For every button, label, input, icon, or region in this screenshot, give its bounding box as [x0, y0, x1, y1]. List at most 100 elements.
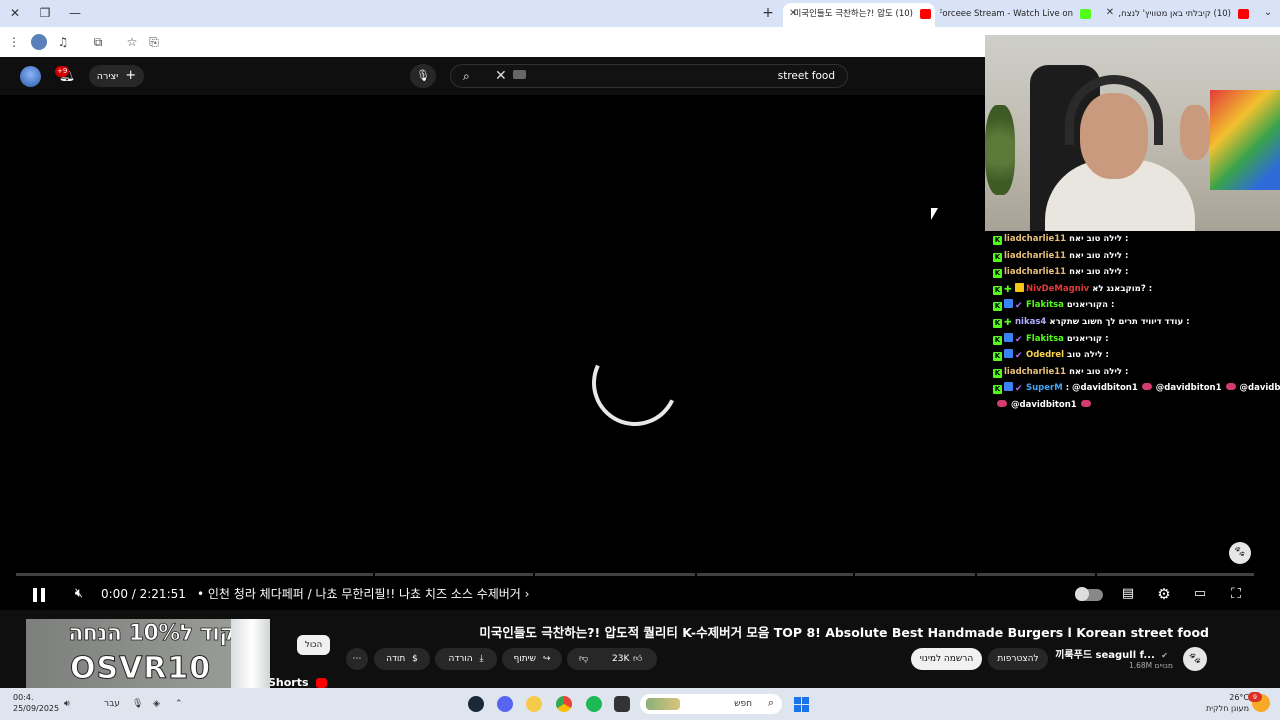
chat-mention: @davidbiton1	[1011, 400, 1077, 410]
filter-chip-all[interactable]: הכול	[297, 635, 331, 655]
spotify-icon[interactable]	[586, 696, 602, 712]
browser-tab-strip: ✕ ❐ — + (10) 미국인들도 극찬하는?! 압도 ✕ Forceee S…	[0, 0, 1280, 27]
search-input[interactable]	[535, 65, 835, 87]
tab-youtube-other[interactable]: (10) קיבלתי באן מטוויץ' לנצח, ה	[1118, 3, 1253, 27]
kick-badge-icon: K	[993, 368, 1002, 378]
thanks-button[interactable]: תודה $	[374, 648, 430, 670]
steam-icon[interactable]	[468, 696, 484, 712]
menu-kebab-icon[interactable]: ⋮	[6, 34, 22, 50]
new-tab-icon[interactable]: +	[758, 4, 778, 22]
account-avatar[interactable]	[20, 66, 41, 87]
chat-username[interactable]: liadcharlie11	[1004, 267, 1066, 277]
chat-username[interactable]: liadcharlie11	[1004, 234, 1066, 244]
chat-username[interactable]: liadcharlie11	[1004, 251, 1066, 261]
like-icon[interactable]: 👍︎	[633, 648, 642, 670]
app-icon[interactable]	[526, 696, 542, 712]
settings-gear-icon[interactable]: ⚙	[1154, 584, 1174, 604]
profile-icon[interactable]	[31, 34, 47, 50]
discord-icon[interactable]	[497, 696, 513, 712]
chat-username[interactable]: SuperM	[1026, 383, 1063, 393]
ad-code-text: OSVR10	[69, 651, 212, 687]
clear-search-icon[interactable]: ✕	[495, 68, 507, 84]
create-button[interactable]: יצירה +	[89, 65, 144, 87]
search-icon[interactable]: ⌕	[463, 69, 470, 84]
muted-volume-icon[interactable]: 🔇︎	[69, 584, 89, 604]
microphone-icon[interactable]: 🎙︎	[132, 697, 143, 711]
chrome-icon[interactable]	[556, 696, 572, 712]
terminal-icon[interactable]	[614, 696, 630, 712]
time-display: 0:00 / 2:21:51	[101, 587, 186, 601]
media-controls-icon[interactable]: ♫	[55, 34, 71, 50]
keyboard-icon[interactable]	[513, 70, 526, 79]
tab-title: (10) קיבלתי באן מטוויץ' לנצח, ה	[1118, 9, 1231, 19]
bookmark-star-icon[interactable]: ☆	[124, 34, 140, 50]
chat-message: Kliadcharlie11 לילה טוב יאח :	[993, 364, 1128, 380]
kick-badge-icon: K	[993, 252, 1002, 262]
chapter-marker	[533, 573, 535, 576]
taskbar-search[interactable]: חפש ⌕	[640, 694, 782, 714]
verified-badge-icon: ✔	[1015, 334, 1023, 345]
tray-chevron-up-icon[interactable]: ⌃	[175, 697, 183, 711]
dislike-icon[interactable]: 👎︎	[579, 648, 588, 670]
chat-username[interactable]: liadcharlie11	[1004, 367, 1066, 377]
more-actions-button[interactable]: ⋯	[346, 648, 368, 670]
share-button[interactable]: שיתוף ↪	[502, 648, 562, 670]
chat-username[interactable]: Flakitsa	[1026, 334, 1064, 344]
address-bar[interactable]	[170, 31, 980, 53]
share-label: שיתוף	[513, 654, 537, 664]
channel-watermark-icon[interactable]: 🐾︎	[1229, 542, 1251, 564]
chat-username[interactable]: Flakitsa	[1026, 300, 1064, 310]
restore-window-icon[interactable]: ❐	[35, 4, 55, 22]
chat-username[interactable]: Odedrel	[1026, 350, 1064, 360]
channel-avatar[interactable]: 🐾︎	[1183, 647, 1207, 671]
close-tab-icon[interactable]: ✕	[1100, 4, 1120, 22]
subscribe-button[interactable]: הרשמה למינוי	[911, 648, 982, 670]
join-button[interactable]: להצטרפות	[988, 648, 1048, 670]
volume-icon[interactable]: 🔊︎	[64, 697, 70, 711]
subtitles-icon[interactable]: ▤	[1118, 584, 1138, 604]
search-box: ⌕ ✕	[450, 64, 848, 88]
autoplay-knob	[1075, 587, 1089, 601]
chat-message: K ✚ nikas4 עודד דיוויד תרים לך חשוב שתקרא :	[993, 314, 1190, 330]
pause-icon[interactable]	[29, 584, 49, 604]
windows-start-icon[interactable]	[794, 697, 809, 712]
theater-mode-icon[interactable]: ▭	[1190, 584, 1210, 604]
weather-widget[interactable]: 26°C מעונן חלקית	[1203, 692, 1249, 714]
thanks-label: תודה	[386, 654, 406, 664]
voice-search-icon[interactable]: 🎙︎	[410, 64, 436, 88]
chapter-marker	[975, 573, 977, 576]
heart-emote-icon	[1141, 383, 1152, 391]
kick-badge-icon: K	[993, 319, 1002, 328]
tab-search-chevron-icon[interactable]: ⌄	[1258, 4, 1278, 22]
tab-kick-stream[interactable]: Forceee Stream - Watch Live on	[940, 3, 1095, 27]
chat-mention: @davidbiton1	[1239, 383, 1280, 394]
channel-name-text: 끼룩푸드 seagull f...	[1055, 650, 1155, 661]
chat-username[interactable]: nikas4	[1015, 317, 1046, 327]
create-label: יצירה	[96, 71, 119, 82]
progress-bar[interactable]	[16, 573, 1254, 576]
like-count[interactable]: 23K	[612, 648, 629, 670]
taskbar-clock[interactable]: 00:4. 25/09/2025	[13, 692, 59, 714]
verified-badge-icon: ✔	[1015, 301, 1023, 312]
subscriber-badge-icon	[1004, 299, 1013, 309]
extensions-icon[interactable]: ⧉	[90, 34, 106, 50]
close-tab-icon[interactable]: ✕	[789, 3, 797, 25]
youtube-favicon-icon	[920, 9, 931, 19]
tab-title: (10) 미국인들도 극찬하는?! 압도	[793, 9, 913, 19]
language-indicator[interactable]: עבר	[104, 697, 120, 711]
chapter-title[interactable]: • 인천 청라 체다페퍼 / 나쵸 무한리필!! 나쵸 치즈 소스 수제버거 ›	[197, 585, 529, 603]
chat-text: לילה טוב יאח :	[1069, 366, 1129, 377]
channel-name[interactable]: 끼룩푸드 seagull f... ✔	[1055, 646, 1168, 661]
fullscreen-icon[interactable]: ⛶	[1226, 584, 1246, 604]
subscriber-badge-icon	[1004, 382, 1013, 392]
tab-youtube-burgers[interactable]: (10) 미국인들도 극찬하는?! 압도 ✕	[783, 3, 935, 27]
notification-badge: +9	[55, 66, 70, 77]
chat-text: לילה טוב יאח :	[1069, 267, 1129, 278]
close-window-icon[interactable]: ✕	[5, 4, 25, 22]
download-button[interactable]: הורדה ⤓	[435, 648, 497, 670]
minimize-window-icon[interactable]: —	[65, 4, 85, 22]
chat-username[interactable]: NivDeMagniv	[1026, 284, 1089, 294]
download-icon: ⤓	[479, 654, 484, 664]
tray-app-icon[interactable]: ◈	[153, 697, 160, 711]
install-app-icon[interactable]: ⎘	[146, 34, 162, 50]
